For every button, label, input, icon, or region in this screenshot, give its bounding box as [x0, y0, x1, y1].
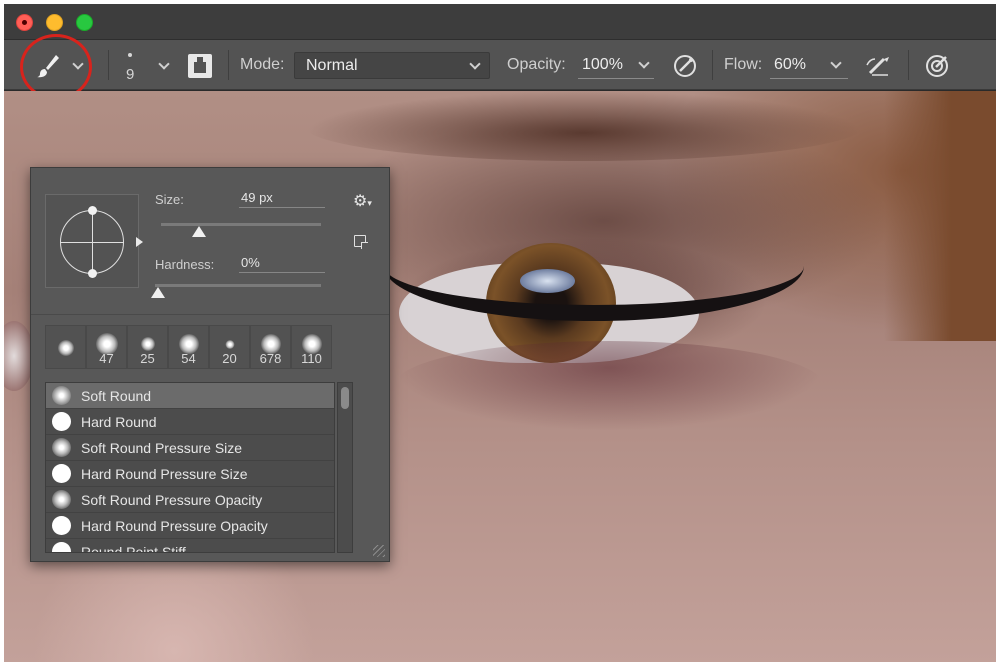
brush-preset-item[interactable]: Hard Round Pressure Opacity: [46, 513, 334, 539]
recent-brush-cell[interactable]: 678: [250, 325, 291, 369]
recent-brush-cell[interactable]: 47: [86, 325, 127, 369]
chevron-down-icon: [72, 58, 84, 70]
size-field[interactable]: 49 px: [239, 188, 325, 208]
gear-icon[interactable]: ⚙▾: [353, 191, 372, 211]
separator: [712, 50, 713, 80]
crosshair-vertical: [92, 210, 93, 274]
resize-grip-icon[interactable]: [373, 545, 385, 557]
brush-tip-preview-icon: [128, 53, 132, 57]
mode-select[interactable]: Normal: [294, 52, 490, 79]
mode-label: Mode:: [240, 56, 285, 73]
brush-tool-preset-button[interactable]: [32, 48, 92, 84]
recent-brush-size-label: 25: [140, 351, 155, 366]
brush-tip-icon: [140, 337, 155, 351]
hair: [884, 91, 996, 341]
brush-thumbnail-icon: [52, 516, 71, 535]
brush-tip-icon: [57, 340, 74, 356]
recent-brush-cell[interactable]: [45, 325, 86, 369]
brush-preset-item[interactable]: Soft Round Pressure Size: [46, 435, 334, 461]
size-slider-track[interactable]: [161, 223, 321, 226]
close-window-button[interactable]: [16, 14, 33, 31]
brush-settings-panel-icon[interactable]: [188, 54, 212, 78]
brush-preset-label: Round Point Stiff: [81, 543, 186, 553]
brush-thumbnail-icon: [52, 386, 71, 405]
opacity-value: 100%: [582, 56, 623, 73]
brush-size-label: 9: [126, 66, 135, 83]
brush-icon: [37, 55, 59, 78]
brush-thumbnail-icon: [52, 464, 71, 483]
brush-preset-list: Soft Round Hard Round Soft Round Pressure …: [45, 382, 335, 553]
maximize-window-button[interactable]: [76, 14, 93, 31]
brush-preset-picker-panel: Size: 49 px Hardness: 0% ⚙▾ 47 25 54 20 678 1…: [30, 167, 390, 562]
recent-brush-cell[interactable]: 110: [291, 325, 332, 369]
pressure-opacity-icon[interactable]: [672, 53, 698, 79]
brush-preset-item[interactable]: Round Point Stiff: [46, 539, 334, 553]
minimize-window-button[interactable]: [46, 14, 63, 31]
opacity-field[interactable]: 100%: [578, 52, 654, 79]
divider: [31, 314, 389, 315]
chevron-down-icon: [638, 57, 650, 69]
separator: [908, 50, 909, 80]
recent-brush-size-label: 54: [181, 351, 196, 366]
hardness-slider-track[interactable]: [155, 284, 321, 287]
brush-preset-label: Soft Round: [81, 387, 152, 404]
opacity-label: Opacity:: [507, 56, 566, 73]
eyebrow: [304, 91, 864, 161]
flow-field[interactable]: 60%: [770, 52, 848, 79]
title-bar: [4, 4, 996, 40]
roundness-handle-top[interactable]: [88, 206, 97, 215]
recent-brush-size-label: 678: [259, 351, 282, 366]
hardness-label: Hardness:: [155, 257, 215, 272]
brush-preset-label: Soft Round Pressure Opacity: [81, 491, 263, 508]
recent-brush-size-label: 47: [99, 351, 114, 366]
photoshop-window: 9 Mode: Normal Opacity: 100% Flow: 60% S…: [4, 4, 996, 662]
recent-brushes-row: 47 25 54 20 678 110: [45, 325, 332, 369]
preset-list-scrollbar[interactable]: [337, 382, 353, 553]
recent-brush-size-label: 20: [222, 351, 237, 366]
chevron-down-icon: [158, 58, 170, 70]
brush-preset-label: Hard Round Pressure Size: [81, 465, 248, 482]
brush-thumbnail-icon: [52, 490, 71, 509]
brush-preset-label: Hard Round: [81, 413, 157, 430]
flow-label: Flow:: [724, 56, 763, 73]
brush-size-picker-button[interactable]: 9: [118, 46, 174, 86]
options-bar: 9 Mode: Normal Opacity: 100% Flow: 60%: [4, 34, 996, 100]
separator: [108, 50, 109, 80]
brush-preset-item[interactable]: Soft Round Pressure Opacity: [46, 487, 334, 513]
chevron-down-icon: [469, 58, 481, 70]
brush-preset-item[interactable]: Hard Round Pressure Size: [46, 461, 334, 487]
brush-thumbnail-icon: [52, 412, 71, 431]
roundness-handle-bottom[interactable]: [88, 269, 97, 278]
flow-value: 60%: [774, 56, 807, 73]
size-label: Size:: [155, 192, 184, 207]
hardness-field[interactable]: 0%: [239, 253, 325, 273]
under-eye-shadow: [394, 341, 824, 431]
recent-brush-cell[interactable]: 25: [127, 325, 168, 369]
new-preset-icon[interactable]: [354, 235, 368, 249]
size-slider-thumb[interactable]: [192, 226, 207, 237]
brush-tip-icon: [225, 339, 234, 349]
hardness-slider-thumb[interactable]: [151, 287, 165, 298]
chevron-down-icon: [830, 57, 842, 69]
brush-angle-roundness-preview[interactable]: [45, 194, 143, 288]
eyelid-lashes: [384, 211, 804, 321]
airbrush-icon[interactable]: [864, 53, 894, 79]
recent-brush-cell[interactable]: 54: [168, 325, 209, 369]
brush-preset-label: Soft Round Pressure Size: [81, 439, 243, 456]
separator: [228, 50, 229, 80]
brush-preset-item[interactable]: Soft Round: [46, 383, 334, 409]
mode-value: Normal: [306, 57, 358, 74]
angle-arrow-icon[interactable]: [136, 237, 143, 247]
brush-thumbnail-icon: [52, 542, 71, 552]
recent-brush-cell[interactable]: 20: [209, 325, 250, 369]
brush-preset-item[interactable]: Hard Round: [46, 409, 334, 435]
pressure-size-icon[interactable]: [924, 53, 950, 79]
brush-preset-label: Hard Round Pressure Opacity: [81, 517, 268, 534]
brush-thumbnail-icon: [52, 438, 71, 457]
recent-brush-size-label: 110: [301, 351, 322, 366]
scrollbar-thumb[interactable]: [341, 387, 349, 409]
